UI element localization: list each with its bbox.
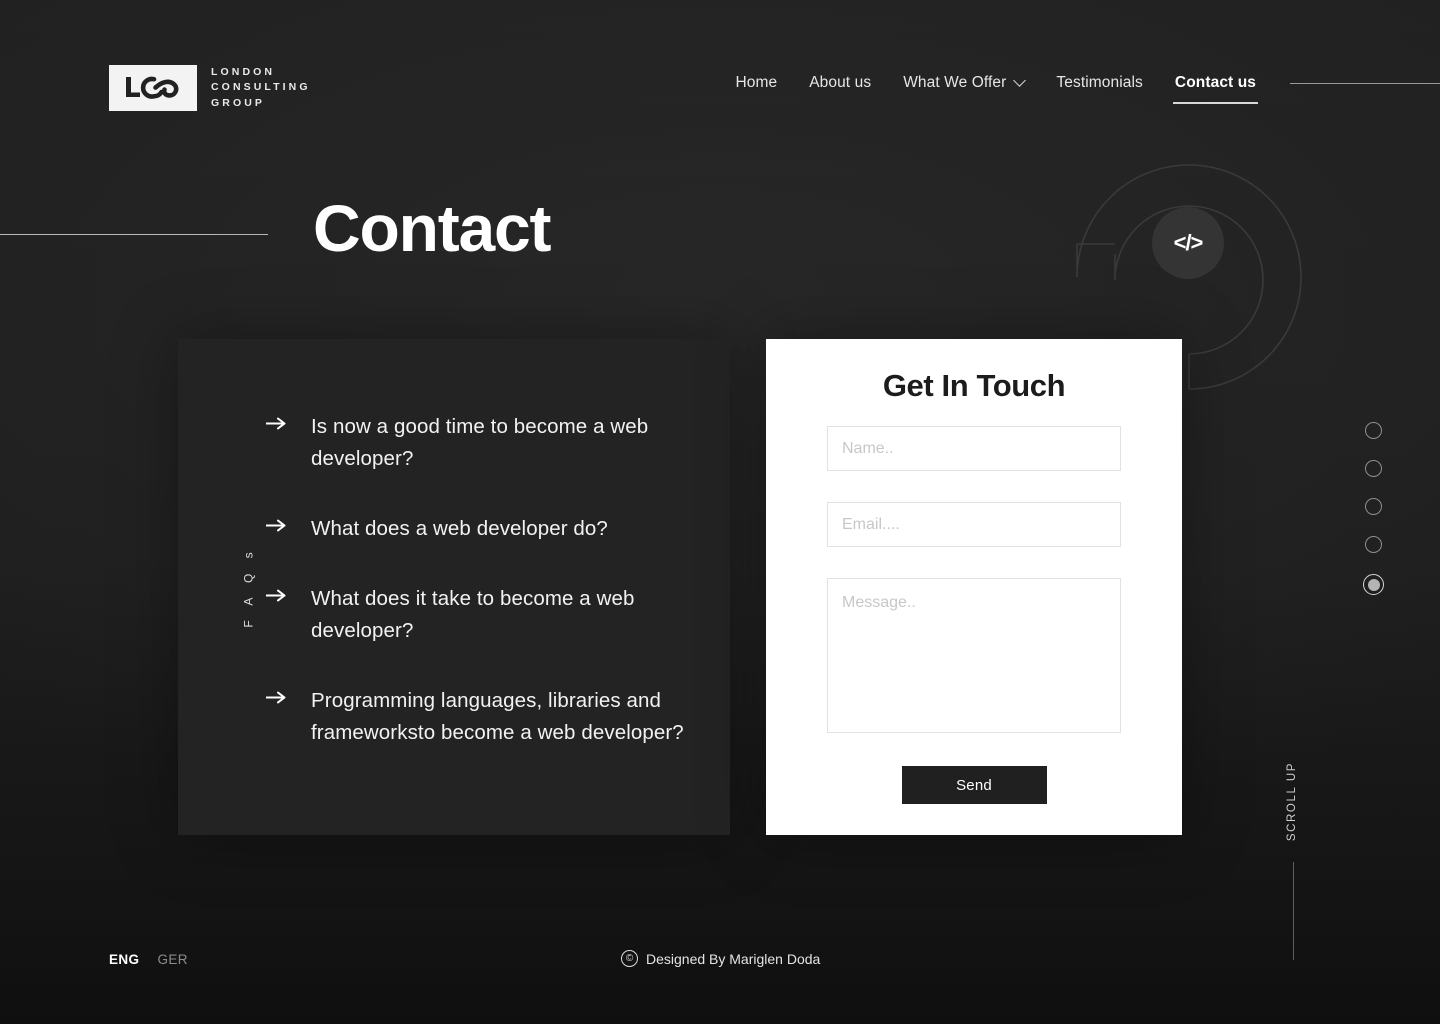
copyright-icon: © bbox=[621, 950, 638, 967]
faq-side-label: F A Q s bbox=[241, 546, 256, 628]
faq-question-text: What does it take to become a web develo… bbox=[311, 587, 635, 642]
nav-label-contact-us: Contact us bbox=[1174, 74, 1256, 91]
credit-line: © Designed By Mariglen Doda bbox=[621, 950, 820, 967]
nav-label-what-we-offer: What We Offer bbox=[903, 74, 1007, 91]
nav-item-contact-us[interactable]: Contact us bbox=[1159, 74, 1272, 104]
contact-form: Send bbox=[766, 426, 1182, 804]
logo-line-2: CONSULTING bbox=[211, 81, 311, 94]
email-input[interactable] bbox=[827, 502, 1121, 547]
main-navigation: Home About us What We Offer Testimonials… bbox=[719, 73, 1440, 104]
pagination-dot-5[interactable] bbox=[1363, 574, 1384, 595]
code-badge-icon[interactable]: </> bbox=[1152, 207, 1224, 279]
language-option-ger[interactable]: GER bbox=[157, 952, 187, 967]
send-button-row: Send bbox=[827, 766, 1121, 804]
nav-label-testimonials: Testimonials bbox=[1056, 74, 1143, 91]
nav-item-about-us[interactable]: About us bbox=[793, 74, 887, 92]
logo-line-3: GROUP bbox=[211, 96, 266, 109]
logo-wordmark: LONDON CONSULTING GROUP bbox=[211, 67, 311, 108]
scroll-up-button[interactable]: SCROLL UP bbox=[1286, 762, 1298, 841]
arrow-right-icon bbox=[266, 417, 289, 475]
message-input[interactable] bbox=[827, 578, 1121, 733]
page-title: Contact bbox=[313, 191, 551, 265]
faq-item[interactable]: What does it take to become a web develo… bbox=[266, 583, 700, 647]
nav-label-home: Home bbox=[735, 74, 778, 91]
title-accent-line bbox=[0, 234, 268, 235]
faq-item[interactable]: Is now a good time to become a web devel… bbox=[266, 411, 700, 475]
pagination-dot-1[interactable] bbox=[1365, 422, 1382, 439]
arrow-right-icon bbox=[266, 691, 289, 749]
arrow-right-icon bbox=[266, 589, 289, 647]
faq-question-text: What does a web developer do? bbox=[311, 517, 608, 540]
site-footer: ENG GER © Designed By Mariglen Doda bbox=[0, 932, 1440, 1024]
nav-label-about-us: About us bbox=[809, 74, 872, 91]
faq-item[interactable]: What does a web developer do? bbox=[266, 513, 700, 545]
language-option-eng[interactable]: ENG bbox=[109, 952, 139, 967]
faq-panel: F A Q s Is now a good time to become a w… bbox=[178, 339, 730, 835]
form-title: Get In Touch bbox=[882, 368, 1066, 403]
logo-line-1: LONDON bbox=[211, 66, 276, 79]
nav-item-what-we-offer[interactable]: What We Offer bbox=[887, 73, 1040, 92]
faq-question-text: Programming languages, libraries and fra… bbox=[311, 689, 684, 744]
arrow-right-icon bbox=[266, 519, 289, 545]
contact-form-card: Get In Touch Send bbox=[766, 339, 1182, 835]
credit-text: Designed By Mariglen Doda bbox=[646, 950, 821, 967]
chevron-down-icon bbox=[1013, 73, 1027, 87]
send-button[interactable]: Send bbox=[901, 766, 1047, 804]
faq-question-text: Is now a good time to become a web devel… bbox=[311, 415, 649, 470]
pagination-dot-4[interactable] bbox=[1365, 536, 1382, 553]
nav-divider-line bbox=[1290, 82, 1440, 84]
logo[interactable]: LONDON CONSULTING GROUP bbox=[109, 65, 311, 111]
faq-list: Is now a good time to become a web devel… bbox=[266, 411, 700, 749]
language-switcher: ENG GER bbox=[109, 952, 188, 967]
pagination-dot-2[interactable] bbox=[1365, 460, 1382, 477]
logo-mark-icon bbox=[109, 65, 197, 111]
site-header: LONDON CONSULTING GROUP Home About us Wh… bbox=[0, 0, 1440, 175]
nav-item-testimonials[interactable]: Testimonials bbox=[1040, 74, 1158, 92]
nav-item-home[interactable]: Home bbox=[719, 74, 793, 92]
pagination-dot-3[interactable] bbox=[1365, 498, 1382, 515]
section-pagination bbox=[1363, 422, 1384, 595]
faq-item[interactable]: Programming languages, libraries and fra… bbox=[266, 685, 700, 749]
name-input[interactable] bbox=[827, 426, 1121, 471]
scroll-up-label: SCROLL UP bbox=[1286, 762, 1298, 842]
